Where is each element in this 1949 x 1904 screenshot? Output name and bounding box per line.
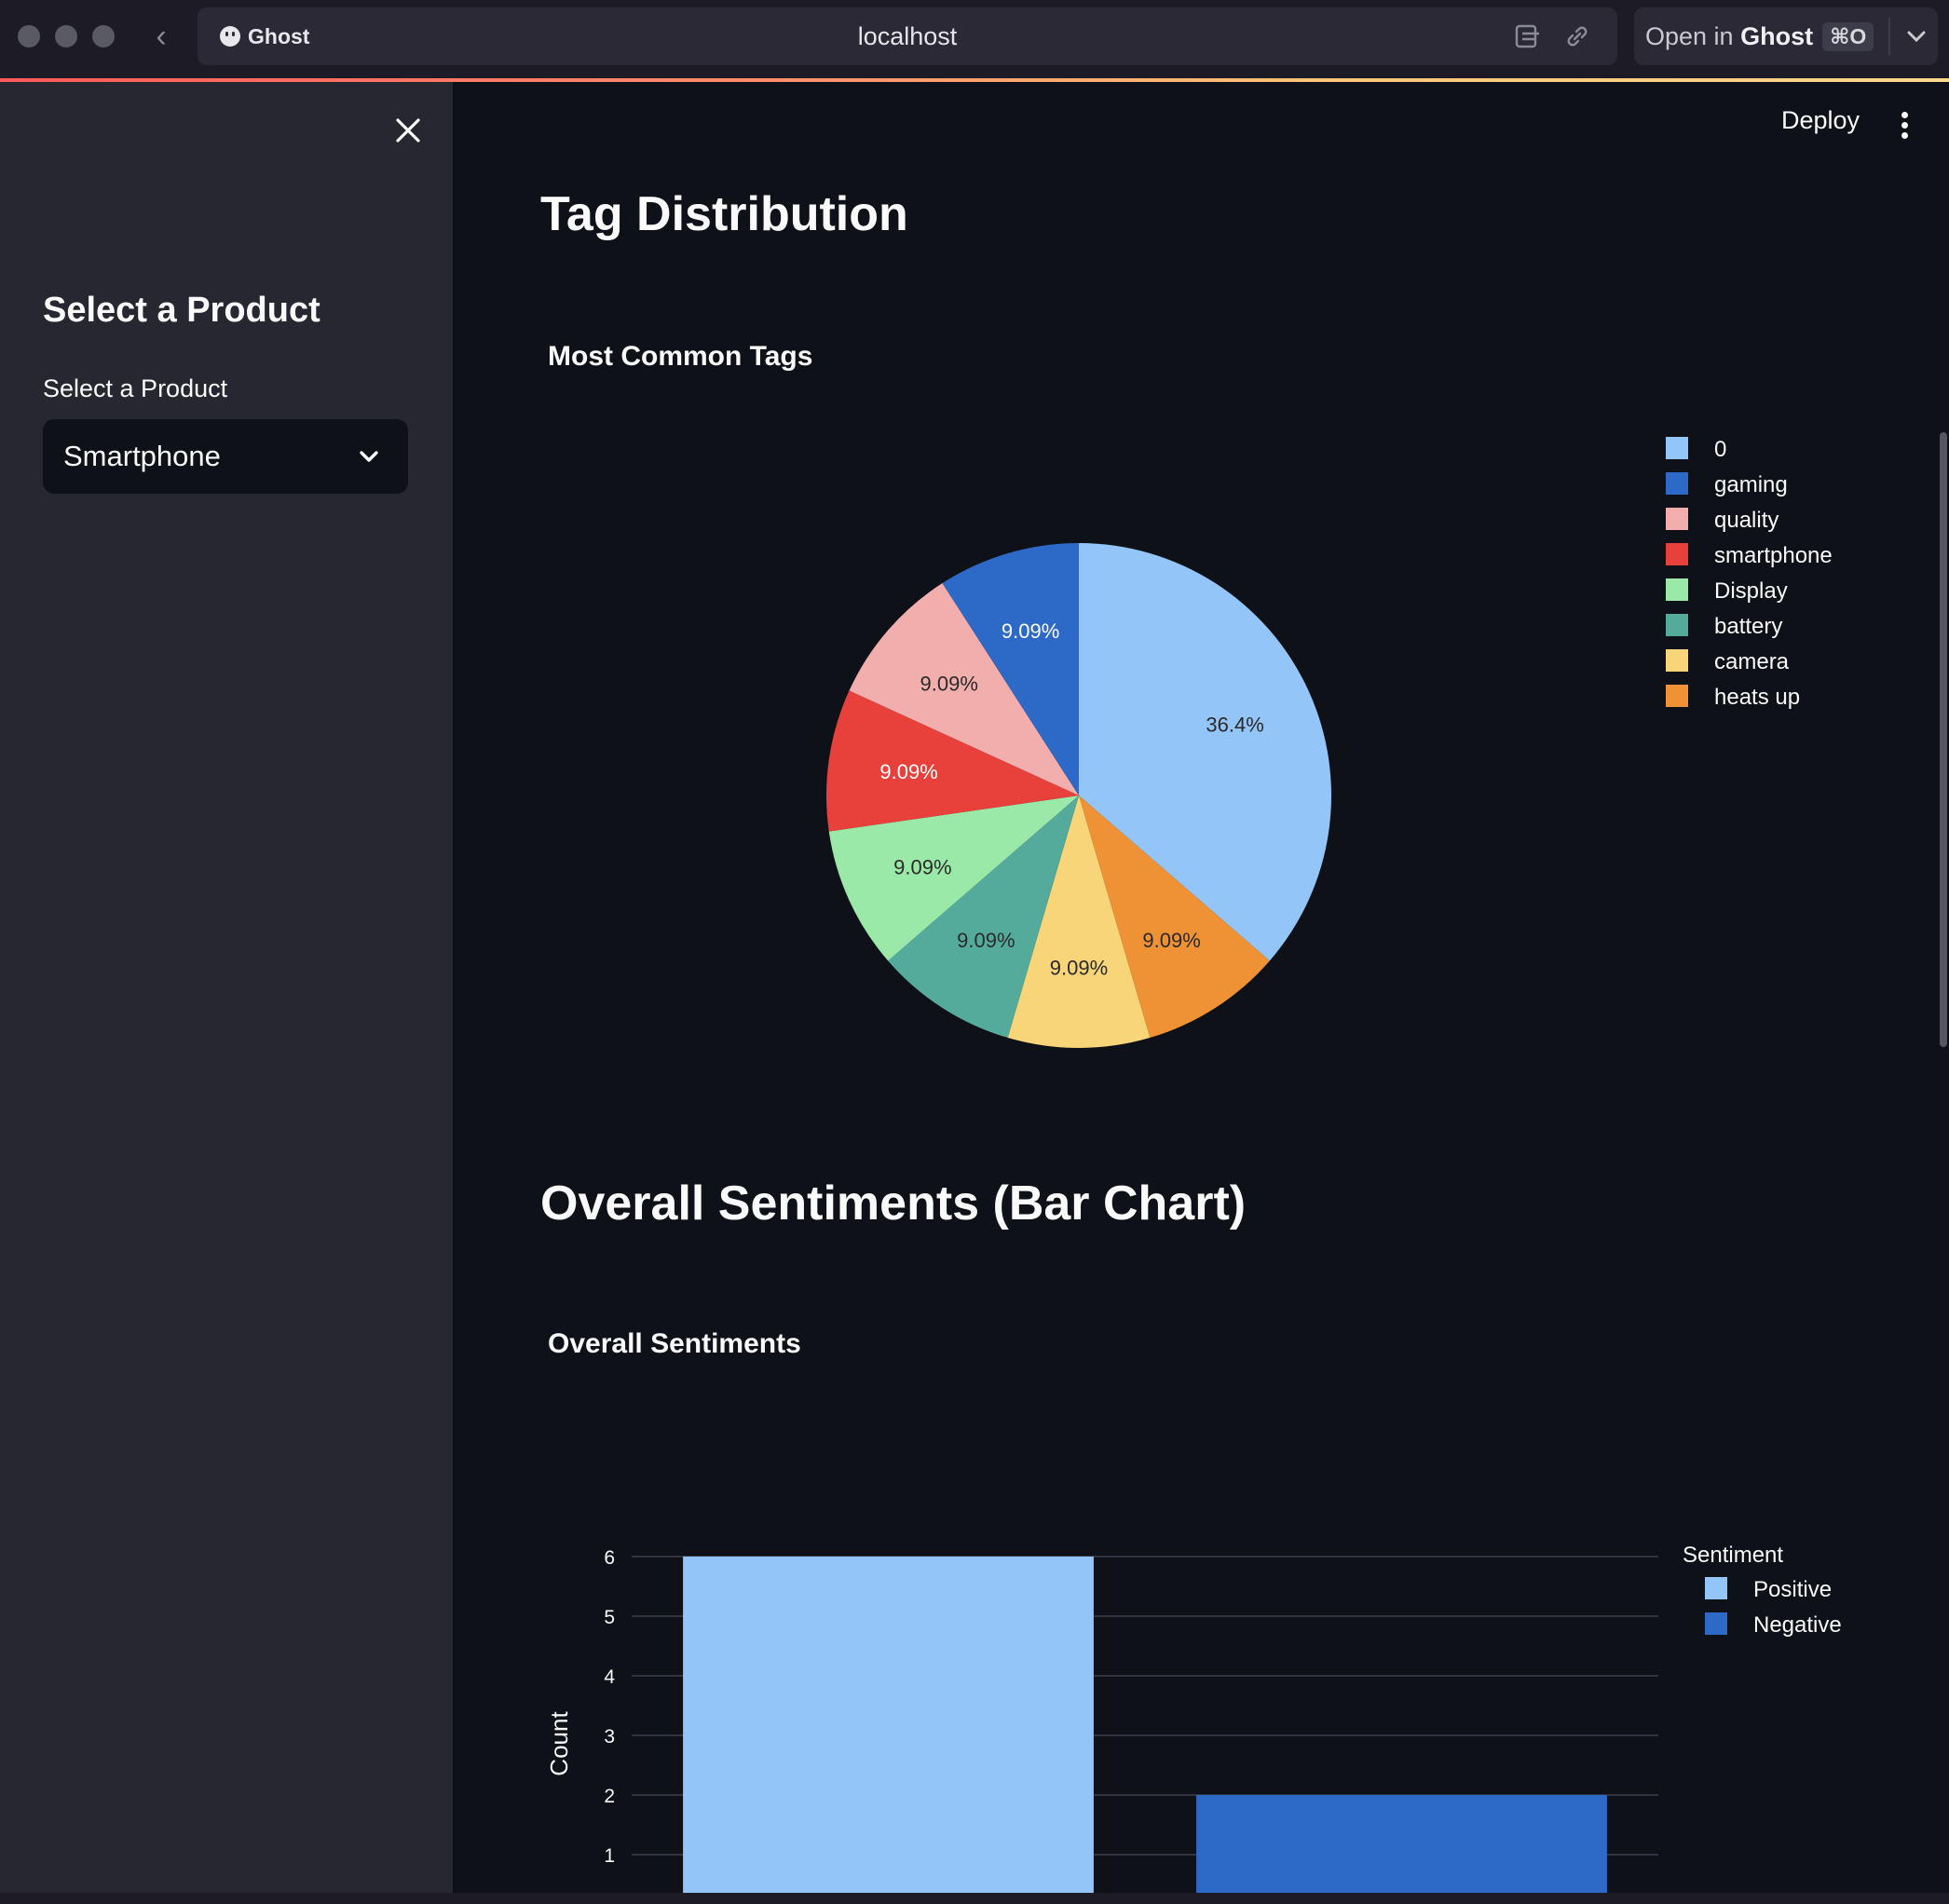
- sidebar-heading: Select a Product: [43, 291, 320, 330]
- product-select-value: Smartphone: [63, 440, 221, 472]
- legend-label-0[interactable]: 0: [1714, 437, 1726, 462]
- legend-swatch[interactable]: [1666, 543, 1688, 565]
- chevron-down-icon: [360, 451, 378, 462]
- window-zoom-button[interactable]: [92, 25, 115, 48]
- legend-label-heats-up[interactable]: heats up: [1714, 685, 1800, 710]
- bar-negative[interactable]: [1196, 1795, 1607, 1893]
- pie-slice-label: 9.09%: [1050, 956, 1108, 979]
- legend-label-display[interactable]: Display: [1714, 578, 1788, 604]
- chevron-down-icon[interactable]: [1900, 20, 1933, 53]
- y-tick-label: 2: [604, 1786, 615, 1807]
- y-tick-label: 4: [604, 1666, 615, 1688]
- shortcut-badge: ⌘O: [1822, 21, 1874, 51]
- browser-toolbar: ‹ Ghost localhost Open in Ghost ⌘O: [0, 0, 1949, 80]
- legend-label-quality[interactable]: quality: [1714, 508, 1779, 533]
- pie-slice-label: 9.09%: [957, 929, 1015, 952]
- legend-label-smartphone[interactable]: smartphone: [1714, 543, 1833, 568]
- main-content: Deploy Tag Distribution Most Common Tags…: [453, 82, 1949, 1893]
- legend-title: Sentiment: [1683, 1543, 1783, 1568]
- window-minimize-button[interactable]: [55, 25, 77, 48]
- bar-positive[interactable]: [683, 1557, 1094, 1893]
- open-in-app: Ghost: [1740, 21, 1814, 50]
- legend-swatch[interactable]: [1666, 437, 1688, 459]
- pie-slice-label: 9.09%: [879, 760, 937, 783]
- deploy-button[interactable]: Deploy: [1781, 106, 1860, 135]
- legend-swatch[interactable]: [1666, 508, 1688, 530]
- pie-slice-label: 9.09%: [920, 672, 978, 695]
- legend-label-negative[interactable]: Negative: [1753, 1612, 1842, 1638]
- bar-chart-title: Overall Sentiments: [548, 1328, 801, 1359]
- open-in-ghost-button[interactable]: Open in Ghost ⌘O: [1634, 7, 1938, 65]
- address-bar[interactable]: Ghost localhost: [198, 7, 1617, 65]
- y-tick-label: 6: [604, 1547, 615, 1569]
- legend-swatch[interactable]: [1705, 1612, 1727, 1635]
- pie-chart-title: Most Common Tags: [548, 341, 813, 372]
- legend-swatch[interactable]: [1666, 472, 1688, 495]
- pie-slice-label: 9.09%: [1002, 619, 1059, 643]
- legend-label-gaming[interactable]: gaming: [1714, 472, 1788, 497]
- more-menu-icon[interactable]: [1901, 112, 1909, 140]
- product-select-label: Select a Product: [43, 374, 228, 402]
- sentiment-bar-chart[interactable]: 1 2 3 4 5 6 Count Sentiment Positive Negative: [453, 1442, 1925, 1893]
- window-split-icon[interactable]: [1515, 23, 1543, 49]
- y-tick-label: 1: [604, 1845, 615, 1867]
- legend-label-camera[interactable]: camera: [1714, 649, 1790, 674]
- legend-swatch[interactable]: [1666, 614, 1688, 636]
- legend-swatch[interactable]: [1666, 578, 1688, 601]
- link-icon[interactable]: [1563, 23, 1591, 49]
- legend-swatch[interactable]: [1705, 1577, 1727, 1599]
- tag-pie-chart[interactable]: 36.4% 9.09% 9.09% 9.09% 9.09% 9.09% 9.09% 9.09%…: [453, 389, 1925, 1116]
- url-text: localhost: [857, 22, 958, 50]
- pie-slice-label: 36.4%: [1206, 713, 1263, 736]
- pie-slice-label: 9.09%: [893, 856, 951, 879]
- legend-label-positive[interactable]: Positive: [1753, 1577, 1832, 1602]
- y-tick-label: 3: [604, 1726, 615, 1748]
- y-tick-label: 5: [604, 1607, 615, 1628]
- overall-sentiments-heading: Overall Sentiments (Bar Chart): [540, 1176, 1247, 1231]
- tag-distribution-heading: Tag Distribution: [540, 187, 908, 241]
- product-select[interactable]: Smartphone: [43, 419, 408, 494]
- legend-swatch[interactable]: [1666, 649, 1688, 672]
- pie-slice-label: 9.09%: [1142, 929, 1200, 952]
- legend-swatch[interactable]: [1666, 685, 1688, 707]
- scrollbar[interactable]: [1940, 432, 1947, 1047]
- open-in-prefix: Open in: [1645, 21, 1734, 50]
- legend-label-battery[interactable]: battery: [1714, 614, 1782, 639]
- close-icon[interactable]: [391, 114, 425, 147]
- sidebar: Select a Product Select a Product Smartp…: [0, 82, 453, 1893]
- divider: [1888, 18, 1891, 55]
- window-close-button[interactable]: [18, 25, 40, 48]
- y-axis-title: Count: [545, 1711, 573, 1776]
- back-icon[interactable]: ‹: [149, 19, 173, 54]
- window-bottom-edge: [0, 1893, 1949, 1904]
